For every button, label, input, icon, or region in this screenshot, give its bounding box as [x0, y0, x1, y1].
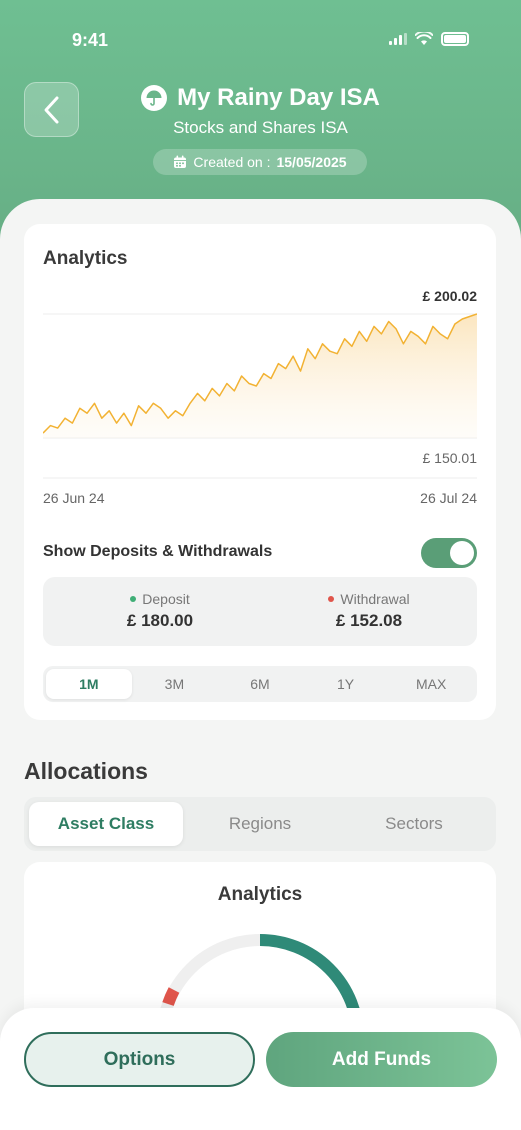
page-title-row: My Rainy Day ISA — [0, 84, 521, 112]
account-type: Stocks and Shares ISA — [173, 118, 348, 137]
calendar-icon — [174, 155, 187, 168]
tab-regions[interactable]: Regions — [183, 802, 337, 846]
withdrawal-summary: Withdrawal £ 152.08 — [269, 591, 469, 631]
status-icons — [389, 32, 469, 46]
range-tab-3m[interactable]: 3M — [132, 669, 218, 699]
battery-icon — [441, 32, 469, 46]
chart-start-date: 26 Jun 24 — [43, 490, 105, 506]
toggle-knob — [450, 541, 474, 565]
withdrawal-value: £ 152.08 — [335, 611, 403, 630]
withdrawal-dot-icon — [328, 596, 335, 602]
deposit-value: £ 180.00 — [126, 611, 194, 630]
chart-high-label: £ 200.02 — [422, 288, 478, 304]
signal-icon — [389, 33, 407, 45]
deposit-summary: Deposit £ 180.00 — [60, 591, 260, 631]
tab-asset-class[interactable]: Asset Class — [29, 802, 183, 846]
bottom-action-bar: Options Add Funds — [0, 1008, 521, 1130]
add-funds-button[interactable]: Add Funds — [266, 1032, 497, 1087]
page-title: My Rainy Day ISA — [177, 84, 380, 111]
status-time: 9:41 — [72, 30, 109, 50]
allocation-analytics-title: Analytics — [217, 884, 303, 905]
created-date: 15/05/2025 — [276, 154, 347, 170]
range-tab-1m[interactable]: 1M — [46, 669, 132, 699]
analytics-card: Analytics £ 200.02 £ 150.01 26 Jun 24 26… — [24, 224, 496, 720]
deposit-dot-icon — [130, 596, 137, 602]
withdrawal-label: Withdrawal — [340, 591, 410, 607]
analytics-title: Analytics — [43, 248, 128, 269]
chart-end-date: 26 Jul 24 — [420, 490, 477, 506]
range-selector: 1M 3M 6M 1Y MAX — [43, 666, 477, 702]
donut-segment-red — [162, 987, 180, 1007]
created-date-badge: Created on : 15/05/2025 — [153, 149, 367, 175]
created-label: Created on : — [193, 154, 271, 170]
value-chart — [43, 313, 477, 479]
deposit-label: Deposit — [142, 591, 190, 607]
allocations-title: Allocations — [24, 758, 148, 784]
range-tab-1y[interactable]: 1Y — [303, 669, 389, 699]
deposit-withdrawal-summary: Deposit £ 180.00 Withdrawal £ 152.08 — [43, 577, 477, 646]
allocation-tabs: Asset Class Regions Sectors — [24, 797, 496, 851]
deposits-toggle[interactable] — [421, 538, 477, 568]
range-tab-max[interactable]: MAX — [388, 669, 474, 699]
status-bar: 9:41 — [0, 0, 521, 80]
deposits-toggle-label: Show Deposits & Withdrawals — [43, 543, 273, 560]
options-button[interactable]: Options — [24, 1032, 255, 1087]
chart-low-label: £ 150.01 — [422, 450, 478, 466]
range-tab-6m[interactable]: 6M — [217, 669, 303, 699]
tab-sectors[interactable]: Sectors — [337, 802, 491, 846]
umbrella-icon — [141, 85, 168, 111]
wifi-icon — [415, 32, 433, 45]
